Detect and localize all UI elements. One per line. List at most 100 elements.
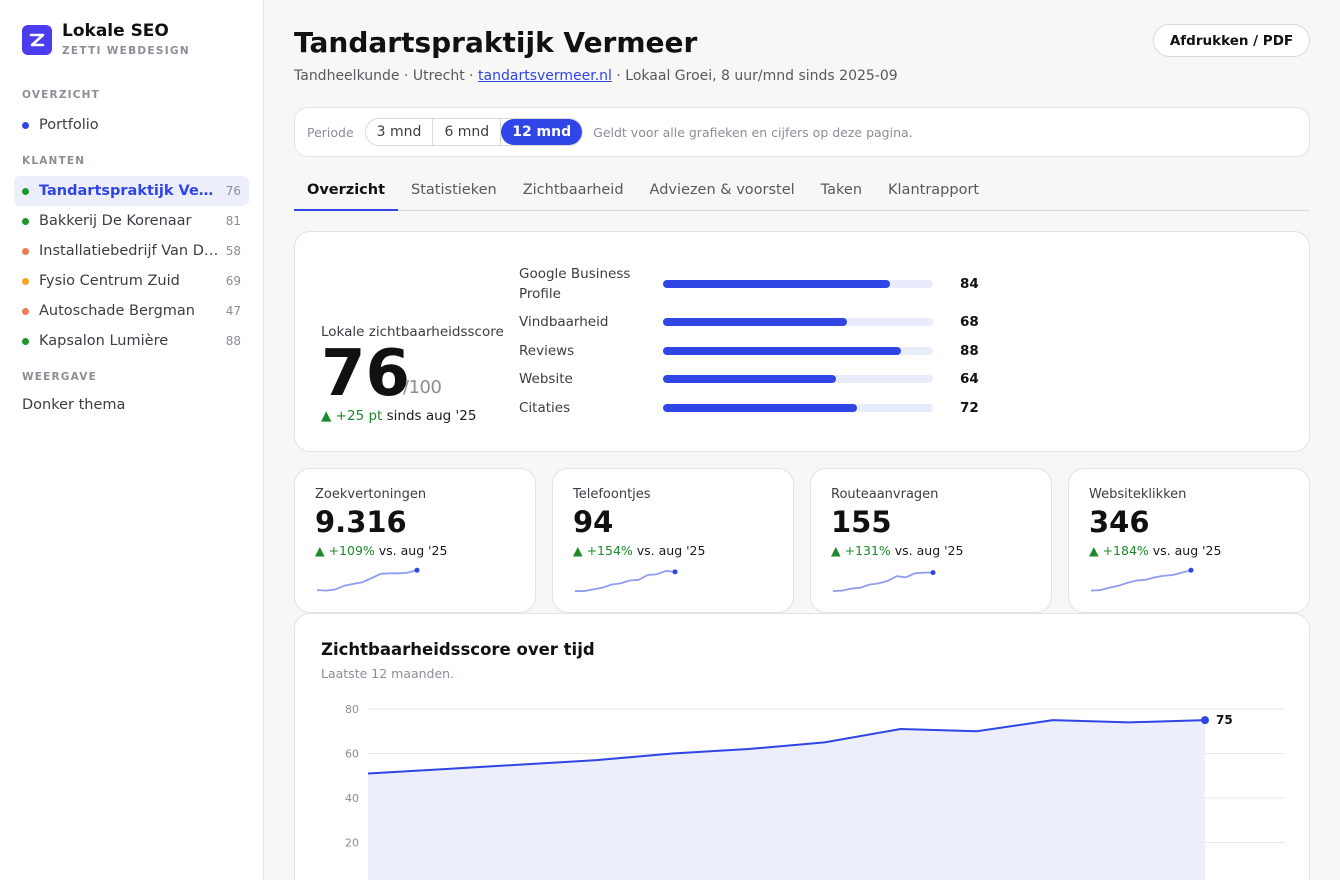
period-option[interactable]: 6 mnd	[433, 119, 502, 145]
tab-item[interactable]: Taken	[808, 174, 875, 211]
tab-item[interactable]: Zichtbaarheid	[510, 174, 637, 211]
sparkline-end-point	[1188, 567, 1194, 573]
kpi-delta-value: ▲ +154%	[573, 543, 633, 558]
period-option[interactable]: 12 mnd	[501, 119, 583, 145]
breakdown-bar-fill	[663, 280, 890, 288]
breakdown-value: 68	[960, 314, 979, 330]
breakdown-row: Vindbaarheid 68	[519, 312, 979, 332]
score-delta-value: ▲ +25 pt	[321, 408, 383, 424]
kpi-label: Telefoontjes	[573, 487, 651, 502]
breakdown-label: Citaties	[519, 400, 571, 416]
sparkline-end-point	[414, 567, 420, 573]
kpi-card: Zoekvertoningen 9.316 ▲ +109% vs. aug '25	[294, 468, 536, 613]
sidebar-item-label: Bakkerij De Korenaar	[39, 213, 192, 229]
kpi-delta-value: ▲ +109%	[315, 543, 375, 558]
breakdown-label: Reviews	[519, 343, 575, 359]
kpi-label: Routeaanvragen	[831, 487, 939, 502]
kpi-delta-value: ▲ +131%	[831, 543, 891, 558]
kpi-value: 155	[831, 505, 892, 539]
y-tick-label: 60	[345, 748, 359, 761]
period-option[interactable]: 3 mnd	[366, 119, 434, 145]
breakdown-bar-track	[663, 280, 933, 288]
visibility-chart: 80 60 40 20 75	[345, 703, 1285, 880]
sidebar-item-client[interactable]: Bakkerij De Korenaar 81	[14, 206, 249, 236]
period-selector: 3 mnd 6 mnd 12 mnd	[364, 118, 584, 146]
client-score-badge: 88	[225, 334, 241, 348]
print-pdf-button[interactable]: Afdrukken / PDF	[1153, 24, 1310, 57]
brand[interactable]: Lokale SEO ZETTI WEBDESIGN	[22, 22, 190, 57]
status-dot-icon	[22, 307, 29, 315]
brand-title: Lokale SEO	[62, 21, 169, 41]
breakdown-value: 84	[960, 276, 979, 292]
period-label: Periode	[307, 124, 354, 140]
sidebar-item-portfolio[interactable]: Portfolio	[14, 110, 249, 140]
breakdown-value: 72	[960, 400, 979, 416]
portfolio-dot-icon	[22, 121, 29, 129]
chart-end-point	[1201, 716, 1209, 725]
breakdown-bar-fill	[663, 404, 858, 412]
visibility-chart-card: Zichtbaarheidsscore over tijd Laatste 12…	[294, 613, 1310, 880]
status-dot-icon	[22, 247, 29, 255]
kpi-sparkline	[832, 570, 936, 592]
sparkline-end-point	[930, 570, 936, 576]
y-tick-label: 40	[345, 792, 359, 805]
kpi-delta: ▲ +154% vs. aug '25	[573, 543, 705, 558]
chart-subtitle: Laatste 12 maanden.	[321, 666, 455, 681]
website-link[interactable]: tandartsvermeer.nl	[478, 68, 612, 84]
status-dot-icon	[22, 277, 29, 285]
kpi-sparkline	[316, 567, 420, 592]
tab-item[interactable]: Statistieken	[398, 174, 510, 211]
sparkline-line	[1090, 569, 1192, 592]
page-meta: Tandheelkunde · Utrecht · tandartsvermee…	[294, 68, 898, 84]
period-note: Geldt voor alle grafieken en cijfers op …	[593, 124, 913, 140]
sidebar-item-client[interactable]: Kapsalon Lumière 88	[14, 326, 249, 356]
score-delta: ▲ +25 pt sinds aug '25	[321, 408, 476, 424]
dark-theme-toggle[interactable]: Donker thema	[22, 397, 125, 413]
breakdown-bar-track	[663, 347, 933, 355]
sidebar-item-client[interactable]: Fysio Centrum Zuid 69	[14, 266, 249, 296]
client-score-badge: 81	[225, 214, 241, 228]
y-tick-label: 20	[345, 837, 359, 850]
sidebar-item-client[interactable]: Installatiebedrijf Van Dijk 58	[14, 236, 249, 266]
client-score-badge: 69	[225, 274, 241, 288]
sidebar-item-label: Fysio Centrum Zuid	[39, 273, 180, 289]
tab-item[interactable]: Overzicht	[294, 174, 399, 211]
meta-suffix: · Lokaal Groei, 8 uur/mnd sinds 2025-09	[611, 68, 898, 84]
sparkline-end-point	[672, 569, 678, 575]
sidebar-item-label: Autoschade Bergman	[39, 303, 195, 319]
kpi-label: Zoekvertoningen	[315, 487, 427, 502]
client-score-badge: 76	[225, 184, 241, 198]
sparkline-line	[832, 571, 933, 592]
kpi-label: Websiteklikken	[1089, 487, 1187, 502]
kpi-delta-suffix: vs. aug '25	[374, 543, 448, 558]
client-score-badge: 47	[225, 304, 241, 318]
kpi-delta: ▲ +131% vs. aug '25	[831, 543, 963, 558]
chart-end-label: 75	[1216, 713, 1233, 727]
sidebar-item-label: Portfolio	[39, 117, 99, 133]
sidebar-item-label: Kapsalon Lumière	[39, 333, 169, 349]
sidebar-item-client[interactable]: Tandartspraktijk Vermeer 76	[14, 176, 249, 206]
breakdown-value: 64	[960, 371, 979, 387]
period-bar: Periode 3 mnd 6 mnd 12 mnd Geldt voor alle…	[294, 107, 1310, 157]
sidebar: Lokale SEO ZETTI WEBDESIGN OVERZICHT Por…	[0, 0, 264, 880]
kpi-sparkline	[1090, 567, 1194, 592]
breakdown-row: Google Business Profile 84	[519, 264, 979, 304]
kpi-value: 346	[1089, 505, 1150, 539]
kpi-value: 94	[573, 505, 614, 539]
kpi-delta-suffix: vs. aug '25	[632, 543, 706, 558]
section-label-clients: KLANTEN	[22, 155, 86, 167]
chart-title: Zichtbaarheidsscore over tijd	[321, 640, 595, 659]
status-dot-icon	[22, 337, 29, 345]
breakdown-label: Website	[519, 371, 573, 387]
tab-item[interactable]: Klantrapport	[875, 174, 992, 211]
breakdown-bar-track	[663, 404, 933, 412]
breakdown-label: Vindbaarheid	[519, 314, 609, 330]
tab-item[interactable]: Adviezen & voorstel	[637, 174, 808, 211]
section-label-display: WEERGAVE	[22, 371, 97, 383]
sparkline-line	[575, 570, 676, 592]
sidebar-item-client[interactable]: Autoschade Bergman 47	[14, 296, 249, 326]
chart-area-fill	[368, 720, 1205, 880]
breakdown-bar-fill	[663, 318, 847, 326]
kpi-card: Routeaanvragen 155 ▲ +131% vs. aug '25	[810, 468, 1052, 613]
breakdown-row: Reviews 88	[519, 341, 979, 361]
